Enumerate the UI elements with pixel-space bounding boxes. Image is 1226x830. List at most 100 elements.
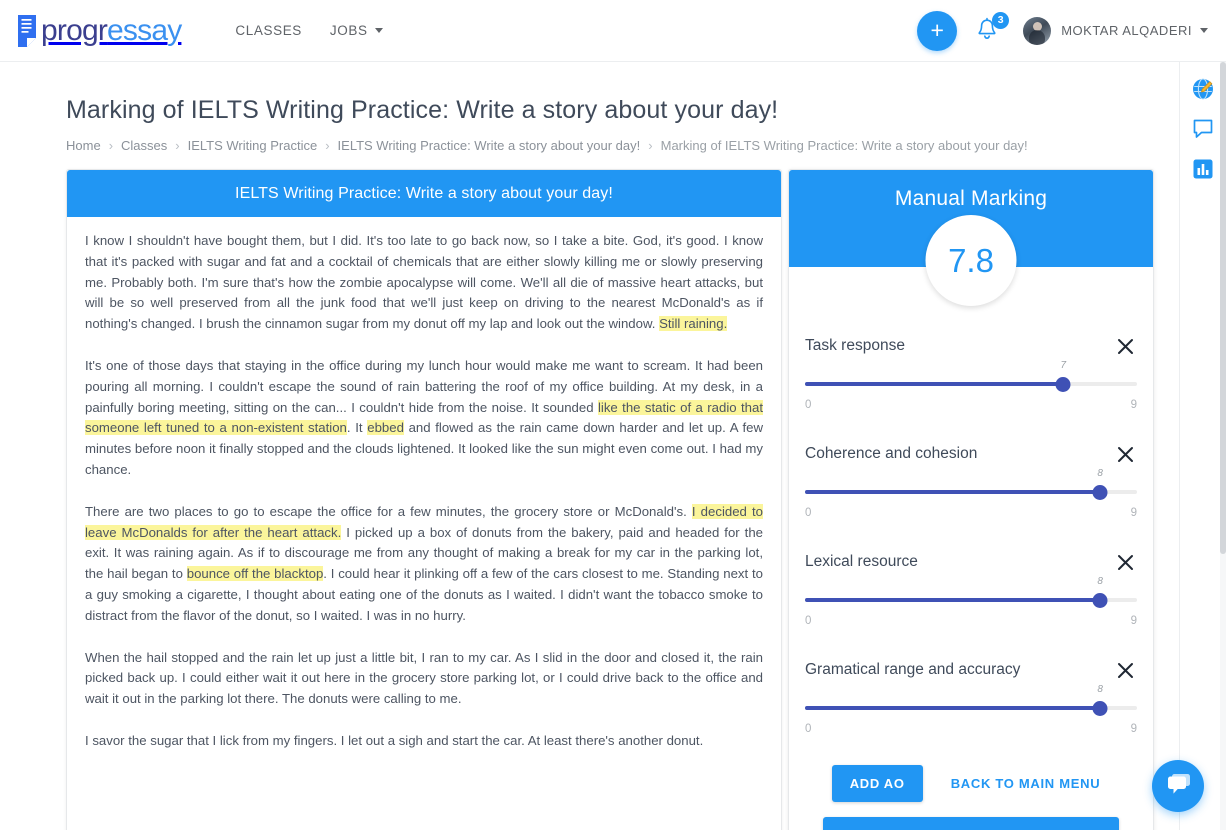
manual-marking-title: Manual Marking	[894, 187, 1048, 210]
essay-paragraph: I know I shouldn't have bought them, but…	[85, 231, 763, 335]
back-to-main-menu-button[interactable]: BACK TO MAIN MENU	[941, 765, 1111, 802]
nav-item-classes-label: CLASSES	[235, 23, 302, 38]
breadcrumb-item-classes[interactable]: Classes	[121, 138, 167, 153]
essay-text-body[interactable]: I know I shouldn't have bought them, but…	[67, 217, 781, 783]
slider-value-label: 8	[1097, 468, 1103, 479]
slider-scale: 09	[805, 723, 1137, 735]
criterion-1: Task response 7 0 9	[805, 333, 1137, 411]
marking-globe-pencil-icon	[1191, 77, 1215, 106]
manual-marking-panel: Manual Marking 7.8 Task response 7 0 9 Coher…	[788, 169, 1154, 830]
highlighted-text[interactable]: bounce off the blacktop	[186, 566, 324, 582]
overall-score-badge: 7.8	[925, 215, 1017, 306]
submit-button[interactable]: SUBMIT	[823, 817, 1119, 830]
document-lines-icon	[16, 14, 38, 48]
essay-paragraph: There are two places to go to escape the…	[85, 502, 763, 627]
primary-nav-links: CLASSES JOBS	[221, 13, 396, 48]
marking-action-row: ADD AO BACK TO MAIN MENU	[789, 765, 1153, 802]
add-button[interactable]: +	[917, 10, 958, 51]
add-ao-button[interactable]: ADD AO	[831, 765, 923, 802]
criterion-header-row: Coherence and cohesion	[805, 441, 1137, 467]
slider-value-label: 7	[1060, 360, 1066, 371]
page-content: Marking of IELTS Writing Practice: Write…	[0, 62, 1226, 830]
slider-track-fill	[805, 706, 1101, 710]
slider-min-label: 0	[805, 723, 812, 735]
slider-track-fill	[805, 598, 1101, 602]
breadcrumb-separator: ›	[175, 138, 180, 153]
slider-value-label: 8	[1097, 684, 1103, 695]
slider-thumb[interactable]	[1092, 485, 1108, 500]
nav-item-jobs-label: JOBS	[329, 23, 368, 38]
slider-max-label: 9	[1130, 507, 1137, 519]
criterion-3: Lexical resource 8 0 9	[805, 549, 1137, 627]
rail-item-comments[interactable]	[1188, 116, 1218, 146]
user-menu[interactable]: MOKTAR ALQADERI	[1023, 16, 1208, 45]
criterion-header-row: Task response	[805, 333, 1137, 359]
brand-wordmark: progressay	[41, 13, 182, 48]
criterion-2: Coherence and cohesion 8 0 9	[805, 441, 1137, 519]
breadcrumb-item-assignment[interactable]: IELTS Writing Practice: Write a story ab…	[338, 138, 641, 153]
page-title: Marking of IELTS Writing Practice: Write…	[66, 96, 779, 124]
chat-launcher-button[interactable]	[1152, 760, 1204, 812]
notification-count-badge: 3	[992, 11, 1010, 29]
slider-scale: 09	[805, 615, 1137, 627]
close-icon	[1117, 554, 1133, 570]
remove-criterion-button[interactable]	[1113, 550, 1137, 574]
criterion-header-row: Lexical resource	[805, 549, 1137, 575]
slider-thumb[interactable]	[1092, 701, 1108, 716]
scrollbar-thumb[interactable]	[1220, 62, 1226, 554]
notifications-button[interactable]: 3	[975, 11, 1010, 45]
rail-item-statistics[interactable]	[1188, 156, 1218, 186]
close-icon	[1117, 338, 1133, 354]
page-scrollbar[interactable]	[1220, 62, 1226, 830]
close-icon	[1117, 662, 1133, 678]
criteria-list: Task response 7 0 9 Coherence and cohesion 8 0…	[789, 267, 1153, 735]
criterion-slider[interactable]: 8	[805, 468, 1137, 503]
top-navigation-bar: progressay CLASSES JOBS + 3 MOKTAR ALQAD…	[0, 0, 1226, 62]
breadcrumb-separator: ›	[325, 138, 330, 153]
overall-score-value: 7.8	[948, 241, 994, 279]
avatar	[1023, 16, 1052, 45]
nav-item-jobs[interactable]: JOBS	[316, 13, 397, 48]
essay-paragraph: It's one of those days that staying in t…	[85, 356, 763, 481]
nav-item-classes[interactable]: CLASSES	[221, 13, 315, 48]
chevron-down-icon	[1200, 28, 1208, 33]
comment-bubble-icon	[1192, 118, 1214, 145]
rail-item-marking[interactable]	[1188, 76, 1218, 106]
slider-max-label: 9	[1130, 723, 1137, 735]
breadcrumb-item-practice[interactable]: IELTS Writing Practice	[188, 138, 318, 153]
brand-wordmark-part1: progr	[41, 13, 108, 47]
criterion-slider[interactable]: 8	[805, 576, 1137, 611]
criterion-slider[interactable]: 7	[805, 360, 1137, 395]
essay-text-segment: When the hail stopped and the rain let u…	[85, 649, 763, 707]
criterion-4: Gramatical range and accuracy 8 0 9	[805, 657, 1137, 735]
right-tool-rail	[1179, 62, 1226, 830]
nav-right-actions: + 3 MOKTAR ALQADERI	[917, 10, 1208, 51]
slider-min-label: 0	[805, 507, 812, 519]
breadcrumb-item-home[interactable]: Home	[66, 138, 101, 153]
criterion-slider[interactable]: 8	[805, 684, 1137, 719]
criterion-label: Coherence and cohesion	[805, 445, 978, 462]
remove-criterion-button[interactable]	[1113, 658, 1137, 682]
slider-min-label: 0	[805, 615, 812, 627]
slider-thumb[interactable]	[1055, 377, 1071, 392]
manual-marking-header: Manual Marking 7.8	[789, 170, 1153, 306]
breadcrumb-separator: ›	[648, 138, 653, 153]
chevron-down-icon	[374, 28, 383, 33]
highlighted-text[interactable]: Still raining.	[659, 316, 728, 332]
brand-logo[interactable]: progressay	[16, 9, 182, 53]
close-icon	[1117, 446, 1133, 462]
essay-text-segment: I savor the sugar that I lick from my fi…	[85, 732, 704, 748]
criterion-header-row: Gramatical range and accuracy	[805, 657, 1137, 683]
content-container: Marking of IELTS Writing Practice: Write…	[0, 62, 1180, 830]
highlighted-text[interactable]: ebbed	[367, 420, 404, 436]
slider-track-fill	[805, 382, 1064, 386]
remove-criterion-button[interactable]	[1113, 442, 1137, 466]
slider-thumb[interactable]	[1092, 593, 1108, 608]
essay-title: IELTS Writing Practice: Write a story ab…	[235, 184, 613, 202]
essay-card-header: IELTS Writing Practice: Write a story ab…	[67, 170, 781, 217]
slider-max-label: 9	[1130, 615, 1137, 627]
slider-min-label: 0	[805, 399, 812, 411]
essay-card: IELTS Writing Practice: Write a story ab…	[66, 169, 782, 830]
breadcrumb-separator: ›	[108, 138, 114, 153]
remove-criterion-button[interactable]	[1113, 334, 1137, 358]
